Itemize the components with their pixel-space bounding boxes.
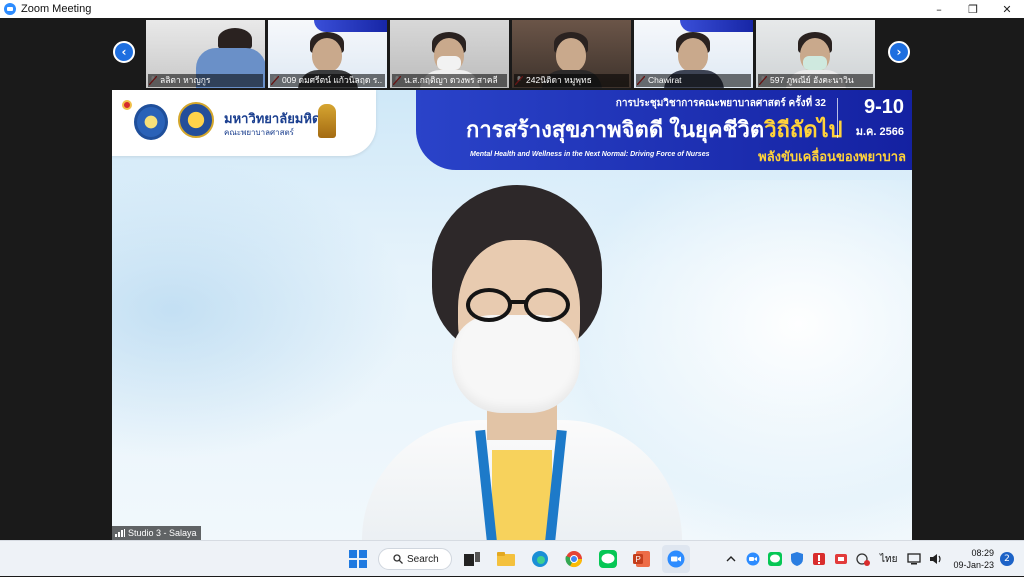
speaker-blouse xyxy=(492,450,552,540)
chrome-button[interactable] xyxy=(560,545,588,573)
headline-accent: วิถีถัดไป xyxy=(764,117,843,142)
participant-name: Chawirat xyxy=(636,74,751,87)
participant-name: 597 ภูพณีย์ อังคะนาวิน xyxy=(758,74,873,87)
meeting-tray-icon[interactable] xyxy=(832,550,850,568)
line-chat-icon xyxy=(599,550,617,568)
participant-tile[interactable]: 242นิติดา หมูพุทธ xyxy=(512,20,631,88)
display-icon[interactable] xyxy=(905,550,923,568)
gallery-next-button[interactable]: › xyxy=(888,41,910,63)
folder-icon xyxy=(497,552,515,566)
file-explorer-button[interactable] xyxy=(492,545,520,573)
start-button[interactable] xyxy=(344,545,372,573)
participant-mask xyxy=(803,56,827,70)
glasses-left-lens xyxy=(466,288,512,322)
glasses-bridge xyxy=(510,300,526,304)
logo-card: มหาวิทยาลัยมหิดล คณะพยาบาลศาสตร์ xyxy=(112,90,376,156)
windows-logo-icon xyxy=(349,550,367,568)
task-view-button[interactable] xyxy=(458,545,486,573)
participant-tile[interactable]: Chawirat xyxy=(634,20,753,88)
line-tray-icon[interactable] xyxy=(766,550,784,568)
search-icon xyxy=(393,554,403,564)
title-bar: Zoom Meeting – ❐ ✕ xyxy=(0,0,1024,18)
security-alert-icon[interactable] xyxy=(810,550,828,568)
participant-name: 242นิติดา หมูพุทธ xyxy=(514,74,629,87)
window-controls: – ❐ ✕ xyxy=(922,0,1024,18)
taskbar-clock[interactable]: 08:29 09-Jan-23 xyxy=(953,547,994,571)
subtitle-thai: พลังขับเคลื่อนของพยาบาล xyxy=(758,149,906,164)
participant-mask xyxy=(437,56,461,70)
conference-days: 9-10 xyxy=(863,96,904,118)
meeting-area: ‹ › ลลิตา หาญกูร 009 ดมศรีตน์ แก้วนิลฤด … xyxy=(0,18,1024,540)
participant-name: ลลิตา หาญกูร xyxy=(148,74,263,87)
signal-bars-icon xyxy=(115,529,125,537)
faculty-seal-icon xyxy=(134,104,168,140)
participant-name: 009 ดมศรีตน์ แก้วนิลฤด ร.. xyxy=(270,74,385,87)
close-button[interactable]: ✕ xyxy=(990,0,1024,18)
university-seal-icon xyxy=(178,102,214,138)
edge-button[interactable] xyxy=(526,545,554,573)
slide-banner-thumbnail xyxy=(314,20,387,32)
powerpoint-button[interactable]: P xyxy=(628,545,656,573)
speaker-name-label: Studio 3 - Salaya xyxy=(112,526,201,540)
slide-banner-thumbnail xyxy=(680,20,753,32)
clock-time: 08:29 xyxy=(971,548,994,558)
system-tray: ไทย 08:29 09-Jan-23 2 xyxy=(720,541,1024,577)
headline-main: การสร้างสุขภาพจิตดี ในยุคชีวิต xyxy=(466,117,765,142)
notification-badge[interactable]: 2 xyxy=(1000,552,1014,566)
taskbar: Search P ไทย 08:29 09-Jan-23 2 xyxy=(0,540,1024,576)
speaker-mask xyxy=(452,315,580,413)
participant-face xyxy=(556,38,586,72)
line-button[interactable] xyxy=(594,545,622,573)
participant-strip: ลลิตา หาญกูร 009 ดมศรีตน์ แก้วนิลฤด ร.. … xyxy=(146,20,878,88)
conference-banner: การประชุมวิชาการคณะพยาบาลศาสตร์ ครั้งที่… xyxy=(416,90,912,170)
participant-name: น.ส.กฤติญา ดวงพร สาคลี xyxy=(392,74,507,87)
banner-divider xyxy=(837,98,838,138)
gallery-prev-button[interactable]: ‹ xyxy=(113,41,135,63)
clock-date: 09-Jan-23 xyxy=(953,560,994,570)
chrome-browser-icon xyxy=(565,551,583,568)
participant-tile[interactable]: 597 ภูพณีย์ อังคะนาวิน xyxy=(756,20,875,88)
royal-emblem-icon xyxy=(318,104,336,138)
zoom-icon xyxy=(667,550,685,568)
emblem-icon xyxy=(122,100,132,110)
participant-face xyxy=(312,38,342,72)
powerpoint-icon: P xyxy=(633,551,650,567)
zoom-taskbar-button[interactable] xyxy=(662,545,690,573)
taskbar-search[interactable]: Search xyxy=(378,548,452,570)
participant-face xyxy=(678,38,708,72)
participant-hair xyxy=(218,28,252,50)
conference-month: ม.ค. 2566 xyxy=(855,126,904,138)
taskbar-apps: Search P xyxy=(344,545,690,573)
task-view-icon xyxy=(464,552,480,566)
speaker-name: Studio 3 - Salaya xyxy=(128,528,197,538)
participant-tile[interactable]: ลลิตา หาญกูร xyxy=(146,20,265,88)
bluetooth-alert-icon[interactable] xyxy=(854,550,872,568)
minimize-button[interactable]: – xyxy=(922,0,956,18)
zoom-tray-icon[interactable] xyxy=(744,550,762,568)
speaker-figure xyxy=(342,185,702,540)
window-title: Zoom Meeting xyxy=(21,3,92,15)
subtitle-english: Mental Health and Wellness in the Next N… xyxy=(470,151,710,158)
volume-icon[interactable] xyxy=(927,550,945,568)
conference-title: การประชุมวิชาการคณะพยาบาลศาสตร์ ครั้งที่… xyxy=(615,98,826,109)
restore-button[interactable]: ❐ xyxy=(956,0,990,18)
edge-browser-icon xyxy=(532,551,548,567)
participant-tile[interactable]: น.ส.กฤติญา ดวงพร สาคลี xyxy=(390,20,509,88)
faculty-name: คณะพยาบาลศาสตร์ xyxy=(224,128,294,137)
active-speaker-video[interactable]: มหาวิทยาลัยมหิดล คณะพยาบาลศาสตร์ การประช… xyxy=(112,90,912,540)
glasses-right-lens xyxy=(524,288,570,322)
participant-tile[interactable]: 009 ดมศรีตน์ แก้วนิลฤด ร.. xyxy=(268,20,387,88)
input-language[interactable]: ไทย xyxy=(880,552,897,567)
search-label: Search xyxy=(407,553,439,565)
shield-icon[interactable] xyxy=(788,550,806,568)
svg-text:P: P xyxy=(636,555,641,564)
zoom-app-icon xyxy=(4,3,16,15)
conference-headline: การสร้างสุขภาพจิตดี ในยุคชีวิตวิถีถัดไป xyxy=(466,112,843,147)
chevron-up-icon[interactable] xyxy=(722,550,740,568)
